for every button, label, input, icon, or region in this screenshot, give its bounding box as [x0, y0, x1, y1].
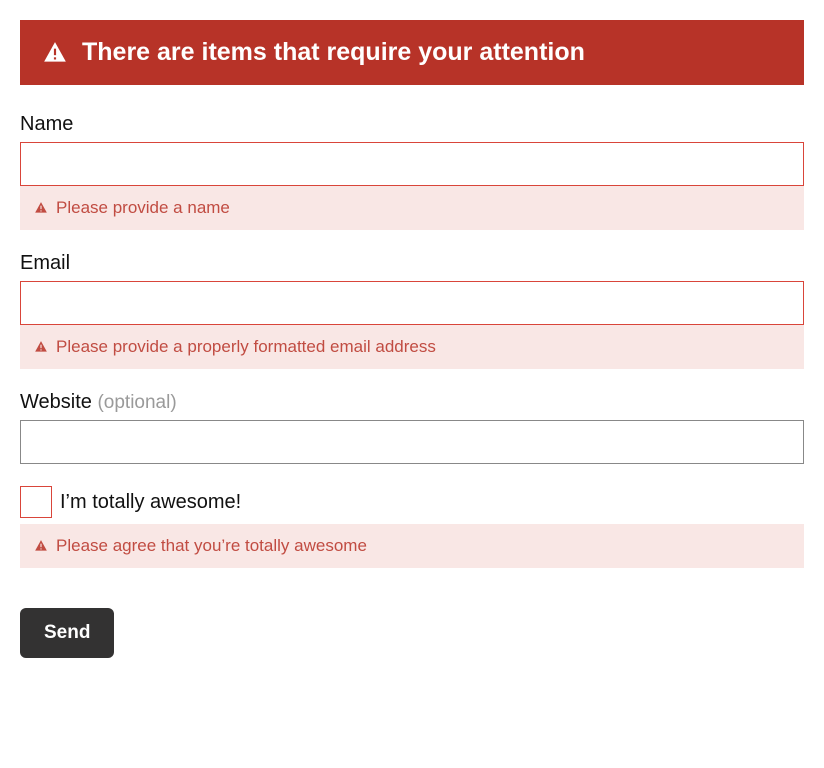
email-error: Please provide a properly formatted emai…	[20, 325, 804, 369]
form-group-name: Name Please provide a name	[20, 113, 804, 230]
name-label: Name	[20, 113, 804, 136]
website-optional-hint: (optional)	[97, 392, 176, 413]
website-label: Website	[20, 391, 92, 413]
awesome-error-text: Please agree that you’re totally awesome	[56, 536, 367, 556]
name-error: Please provide a name	[20, 186, 804, 230]
alert-banner-text: There are items that require your attent…	[82, 38, 585, 67]
awesome-checkbox-label: I’m totally awesome!	[60, 491, 241, 514]
email-input[interactable]	[20, 281, 804, 325]
form-group-email: Email Please provide a properly formatte…	[20, 252, 804, 369]
warning-icon	[42, 40, 68, 66]
awesome-error: Please agree that you’re totally awesome	[20, 524, 804, 568]
email-label: Email	[20, 252, 804, 275]
website-label-row: Website (optional)	[20, 391, 804, 414]
warning-icon	[34, 201, 48, 215]
email-error-text: Please provide a properly formatted emai…	[56, 337, 436, 357]
name-input[interactable]	[20, 142, 804, 186]
website-input[interactable]	[20, 420, 804, 464]
awesome-checkbox-row: I’m totally awesome!	[20, 486, 804, 518]
awesome-checkbox[interactable]	[20, 486, 52, 518]
warning-icon	[34, 340, 48, 354]
warning-icon	[34, 539, 48, 553]
alert-banner: There are items that require your attent…	[20, 20, 804, 85]
form-group-awesome: I’m totally awesome! Please agree that y…	[20, 486, 804, 568]
form-group-website: Website (optional)	[20, 391, 804, 464]
name-error-text: Please provide a name	[56, 198, 230, 218]
send-button[interactable]: Send	[20, 608, 114, 658]
